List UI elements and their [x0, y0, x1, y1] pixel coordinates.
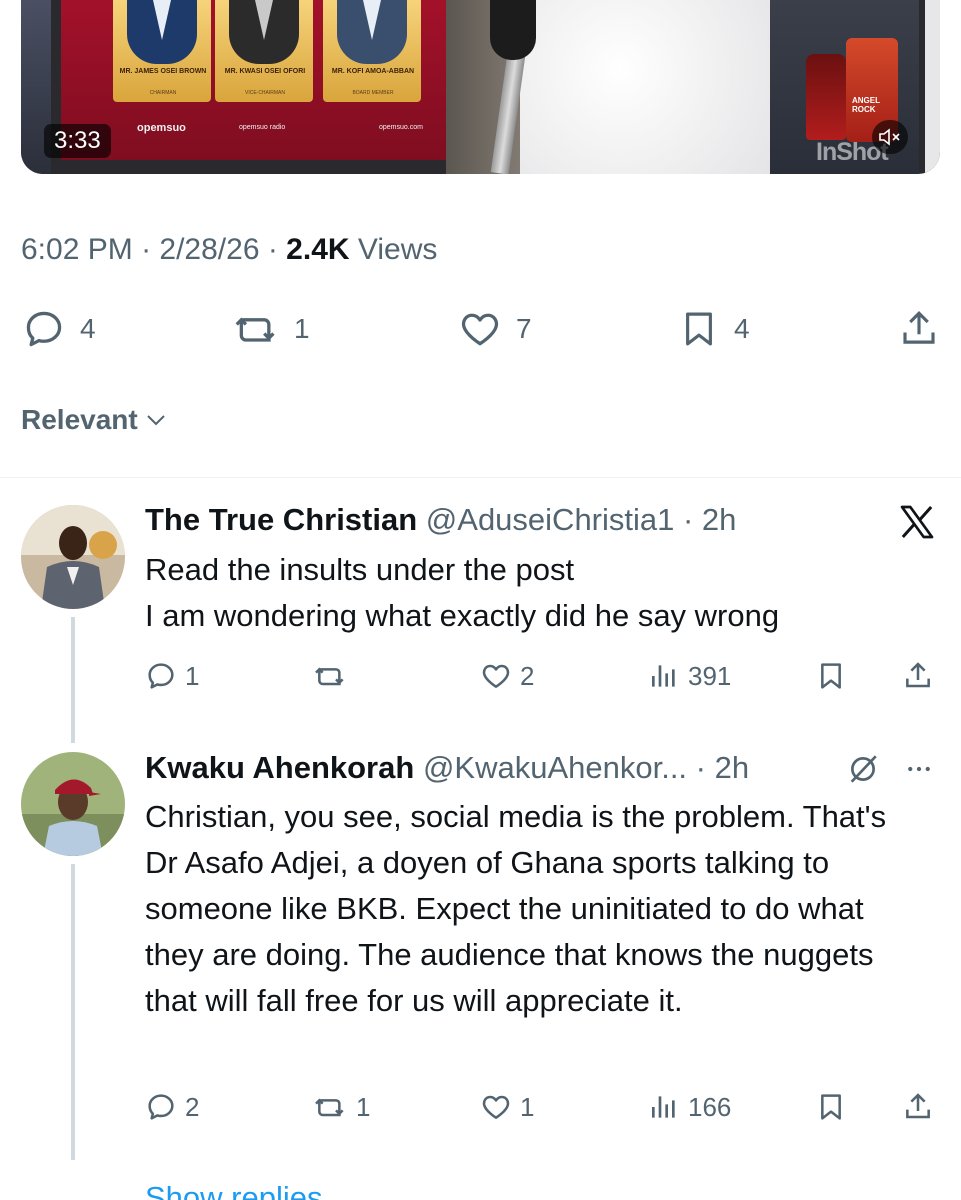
- bookmark-icon: [821, 1094, 841, 1120]
- display-name[interactable]: The True Christian: [145, 502, 417, 537]
- sort-label: Relevant: [21, 404, 138, 435]
- display-name[interactable]: Kwaku Ahenkorah: [145, 750, 414, 785]
- meta-separator: ·: [132, 233, 160, 266]
- post-date: 2/28/26: [159, 233, 260, 266]
- like-button[interactable]: 7: [458, 304, 532, 354]
- repost-button[interactable]: 1: [312, 1087, 370, 1127]
- bookmark-button[interactable]: [815, 656, 847, 696]
- reply-count: 4: [80, 313, 96, 344]
- reply-sort-dropdown[interactable]: Relevant: [21, 404, 168, 436]
- wall-strip: [925, 0, 940, 174]
- share-button[interactable]: [902, 656, 934, 696]
- presenter-shirt: [520, 0, 770, 174]
- meta-separator: ·: [259, 233, 287, 266]
- like-count: 2: [520, 660, 535, 691]
- views-count: 391: [688, 660, 732, 691]
- views-button[interactable]: 166: [648, 1087, 731, 1127]
- reply-icon: [148, 663, 174, 689]
- views-icon: [652, 665, 675, 687]
- panelist-role: VICE-CHAIRMAN: [244, 90, 285, 96]
- bookmark-icon: [821, 663, 841, 689]
- reply-button[interactable]: 2: [145, 1087, 199, 1127]
- bottle: [806, 54, 846, 140]
- reply-text: Christian, you see, social media is the …: [145, 799, 887, 1018]
- avatar-image: [21, 752, 125, 856]
- panelist-role: CHAIRMAN: [149, 90, 177, 96]
- video-banner: MR. JAMES OSEI BROWN CHAIRMAN MR. KWASI …: [61, 0, 467, 160]
- like-count: 1: [520, 1091, 535, 1122]
- reply-text: Read the insults under the post I am won…: [145, 552, 780, 633]
- avatar[interactable]: [21, 505, 125, 609]
- reply-count: 2: [185, 1091, 200, 1122]
- reply-button[interactable]: 4: [22, 304, 96, 354]
- bookmark-button[interactable]: 4: [678, 304, 750, 354]
- handle-and-time[interactable]: @AduseiChristia1 · 2h: [426, 502, 737, 537]
- post-meta: 6:02 PM · 2/28/26 · 2.4K Views: [21, 230, 437, 270]
- x-logo-icon: [900, 505, 934, 539]
- panelist-card: MR. KOFI AMOA-ABBAN BOARD MEMBER: [323, 0, 421, 102]
- bookmark-count: 4: [734, 313, 750, 344]
- reply-header: The True Christian @AduseiChristia1 · 2h: [145, 500, 736, 540]
- views-icon: [652, 1096, 675, 1118]
- like-button[interactable]: 1: [480, 1087, 534, 1127]
- reply-header: Kwaku Ahenkorah @KwakuAhenkor... · 2h: [145, 748, 749, 788]
- share-icon: [906, 1093, 930, 1119]
- avatar[interactable]: [21, 752, 125, 856]
- repost-button[interactable]: 1: [232, 304, 310, 354]
- post-action-bar: 4 1 7 4: [0, 304, 961, 354]
- panelist-name: MR. KWASI OSEI OFORI: [224, 68, 306, 75]
- video-duration: 3:33: [44, 124, 111, 158]
- radio-website: opemsuo.com: [379, 124, 423, 131]
- reply-action-bar: 2 1 1 166: [0, 1087, 961, 1127]
- avatar-image: [21, 505, 125, 609]
- like-icon: [482, 664, 510, 688]
- handle-and-time[interactable]: @KwakuAhenkor... · 2h: [423, 750, 749, 785]
- mute-button[interactable]: [872, 120, 908, 154]
- reply-icon: [26, 311, 62, 347]
- views-button[interactable]: 391: [648, 656, 731, 696]
- bottle-label: ANGEL ROCK: [852, 96, 880, 114]
- like-icon: [461, 313, 499, 346]
- reply-count: 1: [185, 660, 200, 691]
- reply-icon: [148, 1094, 174, 1120]
- reply-button[interactable]: 1: [145, 656, 199, 696]
- reply-action-bar: 1 2 391: [0, 656, 961, 696]
- microphone: [490, 0, 536, 60]
- share-button[interactable]: [898, 304, 940, 354]
- share-icon: [903, 311, 935, 344]
- panelist-name: MR. JAMES OSEI BROWN: [119, 68, 207, 75]
- grok-icon[interactable]: [846, 752, 880, 786]
- repost-button[interactable]: [312, 656, 356, 696]
- post-time: 6:02 PM: [21, 233, 133, 266]
- panelist-name: MR. KOFI AMOA-ABBAN: [331, 68, 415, 75]
- like-icon: [482, 1095, 510, 1119]
- repost-count: 1: [356, 1091, 371, 1122]
- mute-icon: [879, 128, 900, 146]
- views-count: 2.4K: [286, 233, 350, 266]
- like-count: 7: [516, 313, 532, 344]
- bookmark-icon: [686, 312, 712, 346]
- views-label: Views: [349, 233, 438, 266]
- panelist-card: MR. KWASI OSEI OFORI VICE-CHAIRMAN: [215, 0, 313, 102]
- show-replies-link[interactable]: Show replies: [145, 1180, 322, 1200]
- section-divider: [0, 477, 961, 478]
- radio-social-handle: opemsuo radio: [239, 124, 286, 131]
- radio-brand: opemsuo: [137, 122, 186, 134]
- video-player[interactable]: MR. JAMES OSEI BROWN CHAIRMAN MR. KWASI …: [21, 0, 940, 174]
- share-button[interactable]: [902, 1087, 934, 1127]
- repost-count: 1: [294, 313, 310, 344]
- chevron-down-icon: [147, 415, 165, 426]
- panelist-role: BOARD MEMBER: [352, 90, 394, 96]
- share-icon: [906, 662, 930, 688]
- more-icon[interactable]: [902, 754, 936, 784]
- views-count: 166: [688, 1091, 732, 1122]
- repost-icon: [315, 667, 344, 686]
- repost-icon: [235, 317, 275, 342]
- bookmark-button[interactable]: [815, 1087, 847, 1127]
- like-button[interactable]: 2: [480, 656, 534, 696]
- repost-icon: [315, 1098, 344, 1117]
- panelist-card: MR. JAMES OSEI BROWN CHAIRMAN: [113, 0, 211, 102]
